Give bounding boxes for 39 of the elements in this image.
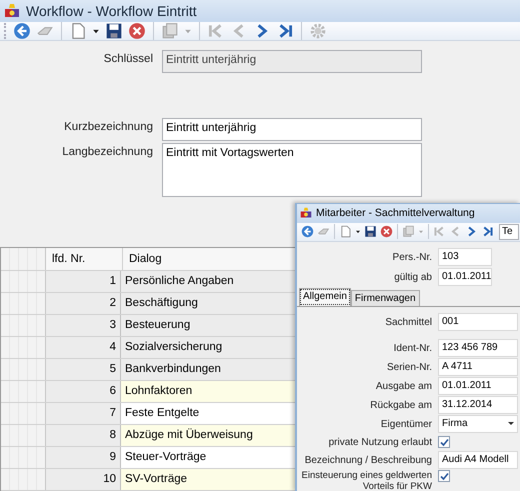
field-label: Langbezeichnung [61,145,153,158]
field-label: Einsteuerung eines geldwerten Vorteils für PKW [300,470,432,491]
table-cell: 3 [46,315,121,336]
text-field[interactable]: 01.01.2011 [438,377,518,395]
column-header[interactable]: lfd. Nr. [46,248,123,270]
text-field[interactable]: 001 [438,313,518,331]
text-field[interactable]: 31.12.2014 [438,396,518,414]
field-label: private Nutzung erlaubt [328,436,432,448]
field-label: Sachmittel [384,316,432,328]
text-field[interactable]: 01.01.2011 [438,268,492,286]
window-title: Mitarbeiter - Sachmittelverwaltung [316,207,475,220]
field-label: Kurzbezeichnung [63,120,153,133]
field-label: gültig ab [393,272,432,282]
field-label: Ausgabe am [374,380,432,392]
window-title: Workflow - Workflow Eintritt [26,2,197,19]
text-field[interactable]: Audi A4 Modell [438,451,518,469]
text-field[interactable]: 123 456 789 [438,339,518,357]
table-cell: 8 [46,425,121,446]
text-field[interactable]: A 4711 [438,358,518,376]
toolbar-field[interactable]: Te [499,224,519,240]
text-field[interactable]: Eintritt unterjährig [162,118,422,141]
field-label: Ident-Nr. [392,342,432,354]
tab[interactable]: Firmenwagen [350,290,420,306]
text-field[interactable]: 103 [438,248,492,266]
table-cell: 1 [46,271,121,292]
table-cell: 5 [46,359,121,380]
table-cell: 2 [46,293,121,314]
table-cell: 4 [46,337,121,358]
tab[interactable]: Allgemein [299,288,351,306]
table-cell: 9 [46,447,121,468]
field-label: Serien-Nr. [386,362,432,372]
textarea-field[interactable]: Eintritt mit Vortagswerten [162,143,422,197]
field-label: Bezeichnung / Beschreibung [304,454,432,466]
field-label: Pers.-Nr. [392,252,432,262]
field-label: Schlüssel [102,52,153,65]
dropdown-field[interactable]: Firma [438,415,518,433]
table-cell: 10 [46,469,121,490]
table-cell: 7 [46,403,121,424]
table-cell: 6 [46,381,121,402]
